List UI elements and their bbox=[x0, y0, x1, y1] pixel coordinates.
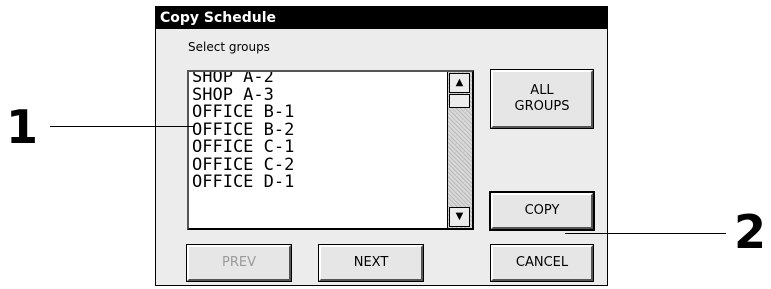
all-groups-label-line1: ALL bbox=[530, 82, 554, 98]
all-groups-button[interactable]: ALL GROUPS bbox=[490, 69, 594, 129]
all-groups-label-line2: GROUPS bbox=[514, 99, 570, 114]
callout-2-leader-line bbox=[565, 233, 726, 234]
copy-schedule-dialog: Copy Schedule Select groups SHOP A-2 SHO… bbox=[155, 6, 608, 286]
prev-button[interactable]: PREV bbox=[186, 244, 292, 282]
cancel-button[interactable]: CANCEL bbox=[490, 244, 594, 282]
vertical-scrollbar[interactable]: ▲ ▼ bbox=[447, 72, 472, 228]
scroll-thumb[interactable] bbox=[449, 94, 470, 108]
dialog-title: Copy Schedule bbox=[156, 7, 607, 29]
callout-number-2: 2 bbox=[734, 205, 767, 259]
list-item[interactable]: OFFICE D-1 bbox=[192, 173, 444, 192]
next-button[interactable]: NEXT bbox=[318, 244, 424, 282]
scroll-down-icon[interactable]: ▼ bbox=[449, 207, 470, 227]
list-item[interactable]: OFFICE B-1 bbox=[192, 103, 444, 122]
select-groups-label: Select groups bbox=[188, 40, 270, 54]
callout-1-leader-line bbox=[50, 126, 195, 127]
scroll-up-icon[interactable]: ▲ bbox=[449, 73, 470, 93]
group-list: SHOP A-2 SHOP A-3 OFFICE B-1 OFFICE B-2 … bbox=[192, 72, 444, 192]
callout-number-1: 1 bbox=[6, 100, 39, 154]
group-listbox[interactable]: SHOP A-2 SHOP A-3 OFFICE B-1 OFFICE B-2 … bbox=[187, 70, 474, 230]
copy-button[interactable]: COPY bbox=[489, 191, 595, 231]
list-item[interactable]: OFFICE C-1 bbox=[192, 138, 444, 157]
dialog-body: Select groups SHOP A-2 SHOP A-3 OFFICE B… bbox=[156, 29, 607, 285]
